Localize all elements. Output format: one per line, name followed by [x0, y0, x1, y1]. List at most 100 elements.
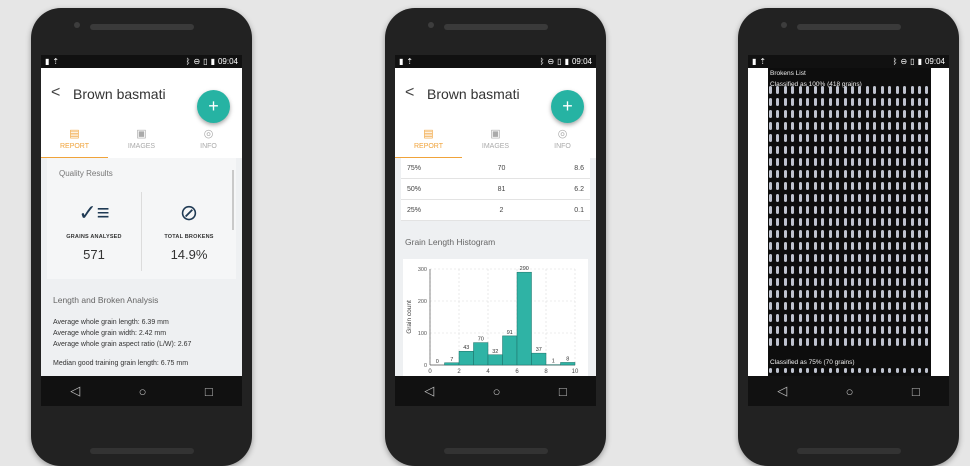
- grain-thumbnail[interactable]: [918, 230, 921, 238]
- grain-thumbnail[interactable]: [858, 194, 862, 202]
- grain-thumbnail[interactable]: [880, 338, 884, 346]
- grain-thumbnail[interactable]: [791, 278, 795, 286]
- grain-thumbnail[interactable]: [769, 194, 772, 202]
- grain-thumbnail[interactable]: [903, 86, 907, 94]
- grain-thumbnail[interactable]: [888, 302, 892, 310]
- grain-thumbnail[interactable]: [821, 122, 825, 130]
- add-button[interactable]: +: [197, 90, 230, 123]
- grain-thumbnail[interactable]: [873, 218, 877, 226]
- back-arrow-icon[interactable]: <: [405, 84, 414, 102]
- grain-thumbnail[interactable]: [791, 158, 795, 166]
- grain-thumbnail[interactable]: [880, 158, 884, 166]
- grain-thumbnail[interactable]: [836, 230, 840, 238]
- grain-thumbnail[interactable]: [925, 158, 929, 166]
- grain-thumbnail[interactable]: [903, 206, 907, 214]
- grain-thumbnail[interactable]: [769, 110, 772, 118]
- grain-thumbnail[interactable]: [918, 98, 921, 106]
- grain-thumbnail[interactable]: [806, 314, 810, 322]
- grain-thumbnail[interactable]: [806, 230, 810, 238]
- grain-thumbnail[interactable]: [910, 134, 914, 142]
- grain-thumbnail[interactable]: [783, 278, 787, 286]
- grain-thumbnail[interactable]: [791, 86, 795, 94]
- grain-thumbnail[interactable]: [791, 134, 795, 142]
- grain-thumbnail[interactable]: [903, 122, 907, 130]
- grain-thumbnail[interactable]: [888, 158, 892, 166]
- grain-thumbnail[interactable]: [836, 302, 840, 310]
- grain-thumbnail[interactable]: [850, 122, 854, 130]
- grain-thumbnail[interactable]: [873, 146, 877, 154]
- grain-thumbnail[interactable]: [769, 242, 772, 250]
- grain-thumbnail[interactable]: [843, 110, 847, 118]
- grain-thumbnail[interactable]: [783, 110, 787, 118]
- grain-thumbnail[interactable]: [903, 338, 907, 346]
- grain-thumbnail[interactable]: [798, 158, 802, 166]
- grain-thumbnail[interactable]: [806, 326, 810, 334]
- grain-thumbnail[interactable]: [880, 302, 884, 310]
- grain-thumbnail[interactable]: [769, 338, 772, 346]
- grain-thumbnail[interactable]: [791, 182, 795, 190]
- grain-thumbnail[interactable]: [843, 98, 847, 106]
- grain-thumbnail[interactable]: [925, 122, 929, 130]
- nav-home-icon[interactable]: ○: [139, 384, 147, 399]
- grain-thumbnail[interactable]: [828, 218, 832, 226]
- grain-thumbnail[interactable]: [798, 98, 802, 106]
- grain-thumbnail[interactable]: [895, 194, 899, 202]
- nav-back-icon[interactable]: ◁: [424, 383, 434, 399]
- grain-thumbnail[interactable]: [769, 134, 772, 142]
- grain-thumbnail[interactable]: [821, 134, 825, 142]
- grain-thumbnail[interactable]: [880, 230, 884, 238]
- grain-thumbnail[interactable]: [821, 146, 825, 154]
- grain-thumbnail[interactable]: [769, 182, 772, 190]
- grain-thumbnail[interactable]: [918, 242, 921, 250]
- grain-thumbnail[interactable]: [776, 146, 780, 154]
- grain-thumbnail[interactable]: [858, 170, 862, 178]
- grain-thumbnail[interactable]: [910, 290, 914, 298]
- grain-thumbnail[interactable]: [798, 110, 802, 118]
- grain-thumbnail[interactable]: [806, 86, 810, 94]
- grain-thumbnail[interactable]: [918, 302, 921, 310]
- grain-thumbnail[interactable]: [828, 266, 832, 274]
- grain-thumbnail[interactable]: [836, 110, 840, 118]
- grain-thumbnail[interactable]: [895, 314, 899, 322]
- grain-thumbnail[interactable]: [910, 302, 914, 310]
- grain-thumbnail[interactable]: [828, 86, 832, 94]
- grain-thumbnail[interactable]: [821, 338, 825, 346]
- grain-thumbnail[interactable]: [813, 206, 817, 214]
- grain-thumbnail[interactable]: [776, 368, 780, 373]
- grain-thumbnail[interactable]: [791, 254, 795, 262]
- grain-thumbnail[interactable]: [903, 110, 907, 118]
- grain-thumbnail[interactable]: [776, 254, 780, 262]
- grain-thumbnail[interactable]: [873, 122, 877, 130]
- grain-thumbnail[interactable]: [850, 134, 854, 142]
- grain-thumbnail[interactable]: [910, 266, 914, 274]
- grain-thumbnail[interactable]: [865, 278, 869, 286]
- grain-thumbnail[interactable]: [821, 182, 825, 190]
- grain-thumbnail[interactable]: [873, 314, 877, 322]
- grain-thumbnail[interactable]: [821, 326, 825, 334]
- grain-thumbnail[interactable]: [888, 326, 892, 334]
- grain-thumbnail[interactable]: [858, 134, 862, 142]
- tab-images[interactable]: ▣ IMAGES: [108, 118, 175, 158]
- grain-thumbnail[interactable]: [836, 326, 840, 334]
- grain-thumbnail[interactable]: [895, 158, 899, 166]
- grain-thumbnail[interactable]: [828, 290, 832, 298]
- grain-thumbnail[interactable]: [873, 158, 877, 166]
- report-content[interactable]: Quality Results ✓≡ GRAINS ANALYSED 571 ⊘…: [41, 158, 242, 376]
- grain-thumbnail[interactable]: [888, 134, 892, 142]
- grain-thumbnail[interactable]: [888, 218, 892, 226]
- grain-thumbnail[interactable]: [776, 122, 780, 130]
- grain-thumbnail[interactable]: [910, 194, 914, 202]
- nav-home-icon[interactable]: ○: [846, 384, 854, 399]
- grain-thumbnail[interactable]: [880, 86, 884, 94]
- grain-thumbnail[interactable]: [791, 290, 795, 298]
- grain-thumbnail[interactable]: [798, 122, 802, 130]
- grain-thumbnail[interactable]: [806, 302, 810, 310]
- grain-thumbnail[interactable]: [783, 368, 787, 373]
- grain-thumbnail[interactable]: [806, 122, 810, 130]
- grain-thumbnail[interactable]: [843, 146, 847, 154]
- grain-thumbnail[interactable]: [880, 122, 884, 130]
- grain-thumbnail[interactable]: [821, 266, 825, 274]
- grain-thumbnail[interactable]: [776, 170, 780, 178]
- grain-thumbnail[interactable]: [858, 86, 862, 94]
- grain-thumbnail[interactable]: [791, 314, 795, 322]
